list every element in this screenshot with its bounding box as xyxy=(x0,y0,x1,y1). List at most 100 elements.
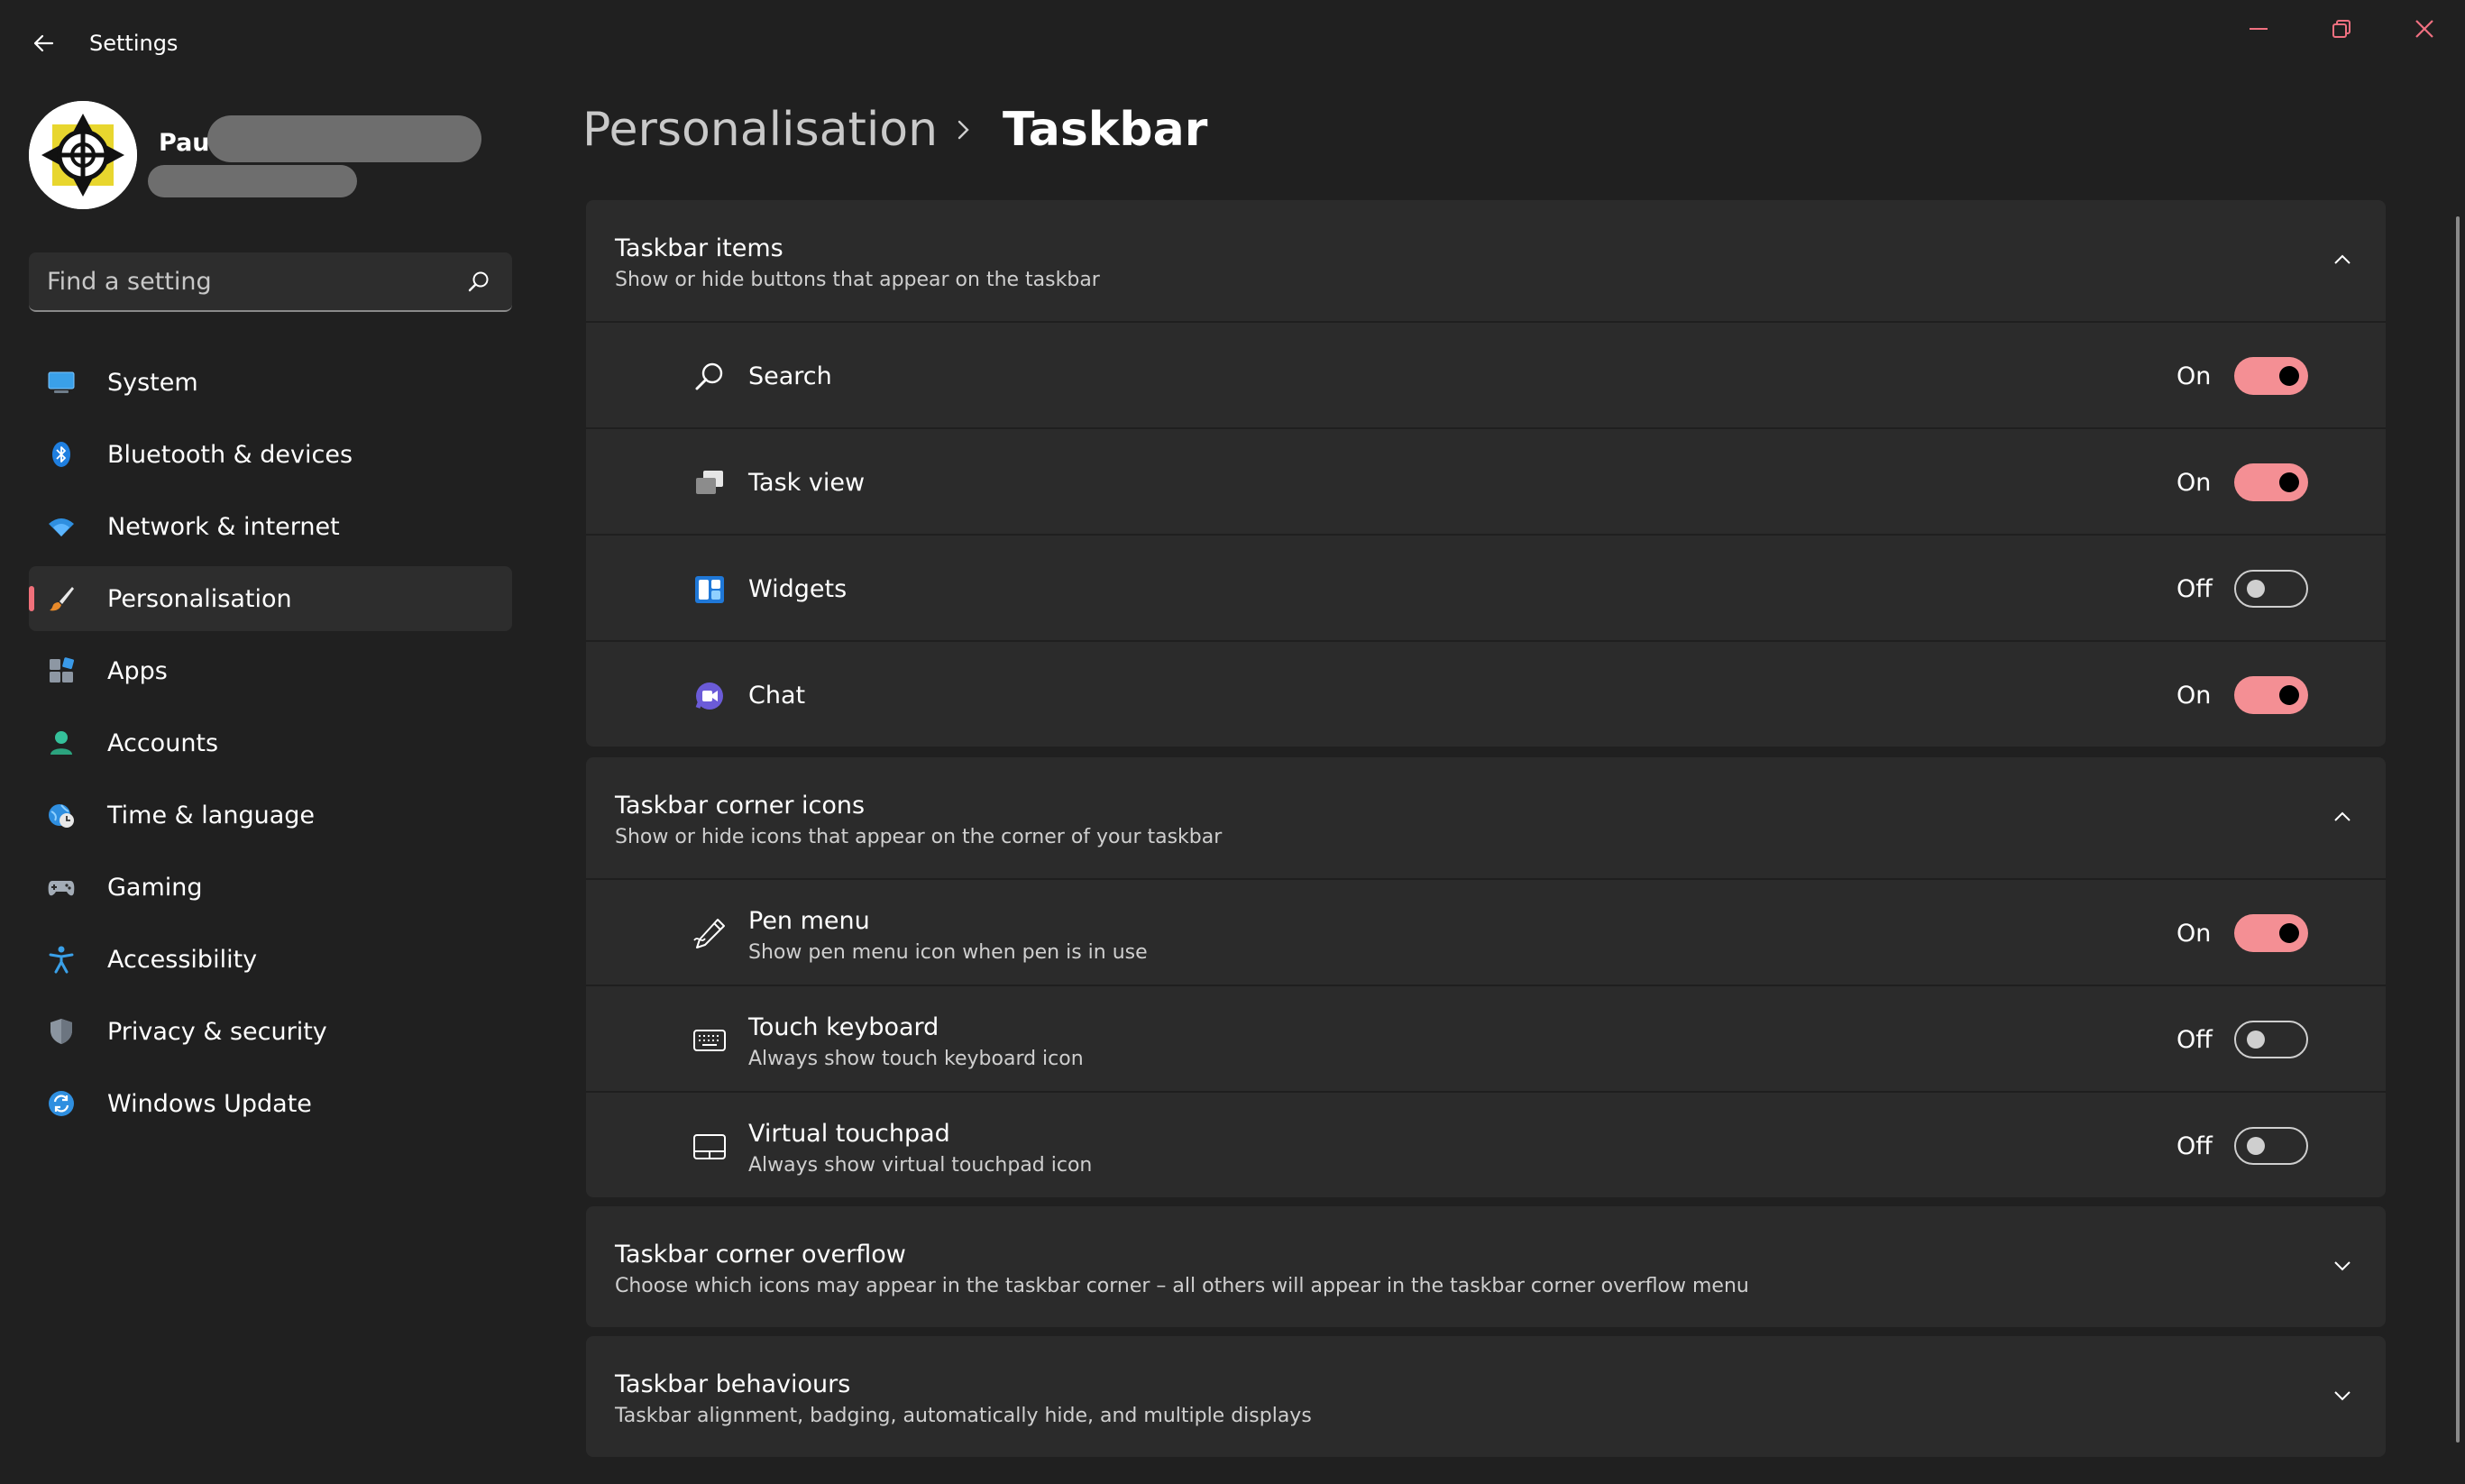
sidebar-item-label: Privacy & security xyxy=(107,1017,327,1046)
wifi-icon xyxy=(49,518,74,536)
sidebar-item-accessibility[interactable]: Accessibility xyxy=(29,927,512,992)
sidebar-item-label: Accounts xyxy=(107,728,219,757)
accessibility-icon xyxy=(49,946,74,974)
search-toggle[interactable] xyxy=(2234,357,2308,395)
sidebar-item-label: Windows Update xyxy=(107,1089,312,1118)
system-icon xyxy=(48,371,75,393)
toggle-knob xyxy=(2279,685,2299,705)
globe-clock-icon xyxy=(49,804,74,828)
keyboard-icon xyxy=(693,1030,726,1051)
section-title: Taskbar corner overflow xyxy=(615,1241,906,1269)
toggle-state-label: On xyxy=(2176,682,2212,710)
sidebar-item-label: Apps xyxy=(107,656,168,685)
toggle-state-label: Off xyxy=(2176,1132,2213,1160)
widgets-icon xyxy=(695,576,724,603)
chevron-up-icon[interactable] xyxy=(2328,245,2357,274)
setting-label: Task view xyxy=(748,469,866,497)
close-button[interactable] xyxy=(2393,11,2456,47)
section-subtitle: Show or hide icons that appear on the co… xyxy=(615,826,1223,848)
search-icon[interactable] xyxy=(465,269,492,296)
task-view-icon xyxy=(696,471,723,494)
avatar[interactable] xyxy=(29,101,137,209)
chevron-down-icon[interactable] xyxy=(2328,1381,2357,1410)
breadcrumb-parent[interactable]: Personalisation xyxy=(582,103,938,157)
task-view-toggle[interactable] xyxy=(2234,463,2308,501)
sidebar-nav: System Bluetooth & devices Network & int… xyxy=(29,350,512,1143)
setting-description: Always show touch keyboard icon xyxy=(748,1048,1084,1070)
setting-label: Search xyxy=(748,362,832,390)
widgets-toggle[interactable] xyxy=(2234,570,2308,608)
chat-icon xyxy=(695,682,723,710)
taskbar-items-header[interactable]: Taskbar items Show or hide buttons that … xyxy=(586,200,2386,321)
search-icon xyxy=(695,362,723,390)
sidebar-item-accounts[interactable]: Accounts xyxy=(29,710,512,775)
sidebar-item-label: Network & internet xyxy=(107,512,340,541)
section-title: Taskbar corner icons xyxy=(615,792,866,820)
chevron-down-icon[interactable] xyxy=(2328,1251,2357,1280)
page-title: Taskbar xyxy=(1003,103,1208,157)
toggle-knob xyxy=(2247,1137,2265,1155)
update-icon xyxy=(49,1091,74,1116)
setting-label: Pen menu xyxy=(748,907,870,935)
setting-row-virtual-touchpad: Virtual touchpad Always show virtual tou… xyxy=(586,1091,2386,1197)
sidebar-item-label: System xyxy=(107,368,198,397)
section-title: Taskbar items xyxy=(615,234,783,262)
sidebar-item-apps[interactable]: Apps xyxy=(29,638,512,703)
avatar-image xyxy=(29,101,137,209)
minimize-icon xyxy=(2250,28,2268,30)
sidebar-item-windows-update[interactable]: Windows Update xyxy=(29,1071,512,1136)
search-input[interactable] xyxy=(47,265,444,298)
minimize-button[interactable] xyxy=(2227,11,2290,47)
toggle-state-label: On xyxy=(2176,920,2212,948)
corner-icons-header[interactable]: Taskbar corner icons Show or hide icons … xyxy=(586,757,2386,878)
setting-label: Widgets xyxy=(748,575,848,603)
corner-overflow-header[interactable]: Taskbar corner overflow Choose which ico… xyxy=(586,1206,2386,1327)
toggle-knob xyxy=(2279,472,2299,492)
taskbar-items-section: Taskbar items Show or hide buttons that … xyxy=(586,200,2386,747)
setting-row-task-view: Task view On xyxy=(586,427,2386,534)
section-subtitle: Show or hide buttons that appear on the … xyxy=(615,269,1100,291)
search-box[interactable] xyxy=(29,252,512,312)
setting-row-chat: Chat On xyxy=(586,640,2386,747)
touchpad-icon xyxy=(693,1134,726,1159)
sidebar-item-system[interactable]: System xyxy=(29,350,512,415)
chat-toggle[interactable] xyxy=(2234,676,2308,714)
sidebar-item-label: Personalisation xyxy=(107,584,292,613)
toggle-knob xyxy=(2247,580,2265,598)
sidebar-item-gaming[interactable]: Gaming xyxy=(29,855,512,920)
setting-description: Always show virtual touchpad icon xyxy=(748,1154,1093,1177)
section-title: Taskbar behaviours xyxy=(615,1370,851,1398)
sidebar-item-label: Accessibility xyxy=(107,945,258,974)
virtual-touchpad-toggle[interactable] xyxy=(2234,1127,2308,1165)
sidebar-item-personalisation[interactable]: Personalisation xyxy=(29,566,512,631)
bluetooth-icon xyxy=(52,442,70,467)
corner-icons-section: Taskbar corner icons Show or hide icons … xyxy=(586,757,2386,1197)
behaviours-section[interactable]: Taskbar behaviours Taskbar alignment, ba… xyxy=(586,1336,2386,1457)
touch-keyboard-toggle[interactable] xyxy=(2234,1021,2308,1058)
setting-row-touch-keyboard: Touch keyboard Always show touch keyboar… xyxy=(586,985,2386,1091)
section-subtitle: Taskbar alignment, badging, automaticall… xyxy=(615,1405,1312,1427)
scrollbar[interactable] xyxy=(2456,216,2460,1443)
brush-icon xyxy=(50,587,74,611)
chevron-right-icon xyxy=(958,120,969,140)
restore-button[interactable] xyxy=(2310,11,2373,47)
toggle-state-label: On xyxy=(2176,469,2212,497)
chevron-up-icon[interactable] xyxy=(2328,802,2357,831)
gamepad-icon xyxy=(48,881,75,896)
behaviours-header[interactable]: Taskbar behaviours Taskbar alignment, ba… xyxy=(586,1336,2386,1457)
sidebar-item-privacy-security[interactable]: Privacy & security xyxy=(29,999,512,1064)
back-button[interactable] xyxy=(27,27,60,60)
sidebar-item-label: Time & language xyxy=(107,801,316,829)
setting-label: Virtual touchpad xyxy=(748,1120,950,1148)
sidebar-item-bluetooth[interactable]: Bluetooth & devices xyxy=(29,422,512,487)
setting-description: Show pen menu icon when pen is in use xyxy=(748,941,1148,964)
sidebar-item-time-language[interactable]: Time & language xyxy=(29,783,512,847)
toggle-state-label: Off xyxy=(2176,1026,2213,1054)
pen-menu-toggle[interactable] xyxy=(2234,914,2308,952)
sidebar-item-label: Gaming xyxy=(107,873,203,902)
sidebar-item-network[interactable]: Network & internet xyxy=(29,494,512,559)
app-title: Settings xyxy=(89,31,179,56)
apps-icon xyxy=(50,657,75,682)
corner-overflow-section[interactable]: Taskbar corner overflow Choose which ico… xyxy=(586,1206,2386,1327)
back-arrow-icon xyxy=(33,34,54,52)
